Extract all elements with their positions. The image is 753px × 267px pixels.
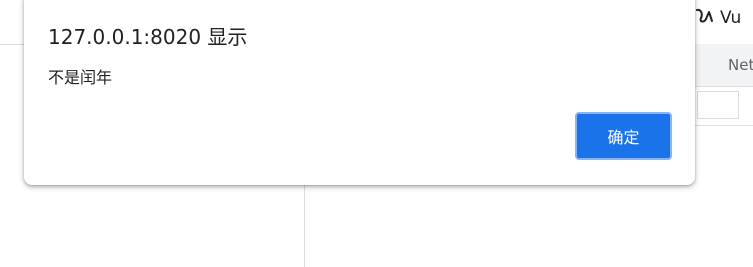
extension-label: Vu [720,8,742,28]
dialog-title: 127.0.0.1:8020 显示 [48,25,248,49]
alert-dialog: 127.0.0.1:8020 显示 不是闰年 确定 [24,0,695,185]
vue-devtools-icon [694,6,714,30]
filter-input[interactable] [697,91,739,119]
ok-button[interactable]: 确定 [575,112,672,160]
dialog-message: 不是闰年 [48,68,113,87]
toolbar-divider [695,125,753,126]
tab-network[interactable]: Net [728,56,753,74]
extension-badge[interactable]: Vu [694,6,741,30]
